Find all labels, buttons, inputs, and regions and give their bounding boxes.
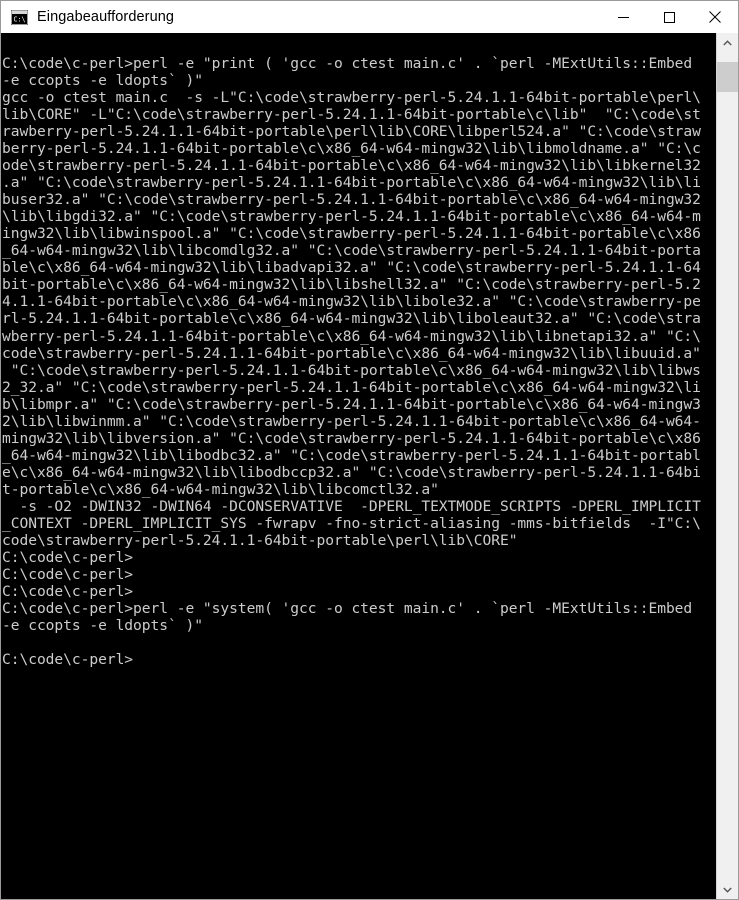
close-button[interactable] [692,1,738,33]
minimize-button[interactable] [600,1,646,33]
command-prompt-window: C:\ Eingabeaufforderung C:\code\c-perl>p… [0,0,739,900]
caption-button-group [600,1,738,33]
console-output[interactable]: C:\code\c-perl>perl -e "print ( 'gcc -o … [1,33,716,899]
maximize-button[interactable] [646,1,692,33]
scrollbar-thumb[interactable] [717,62,738,92]
svg-text:C:\: C:\ [14,15,26,23]
console-icon: C:\ [10,9,29,25]
scroll-up-arrow-icon[interactable] [717,33,738,53]
window-title: Eingabeaufforderung [37,9,175,25]
scroll-down-arrow-icon[interactable] [717,879,738,899]
title-bar[interactable]: C:\ Eingabeaufforderung [1,1,738,33]
vertical-scrollbar[interactable] [716,33,738,899]
console-area[interactable]: C:\code\c-perl>perl -e "print ( 'gcc -o … [1,33,738,899]
scrollbar-track[interactable] [717,53,738,879]
